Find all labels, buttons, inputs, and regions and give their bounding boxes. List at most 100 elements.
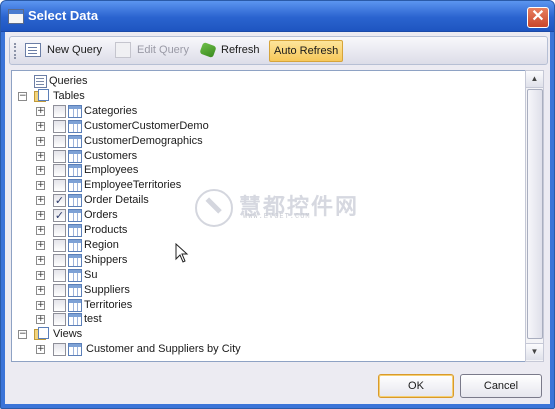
scroll-down-arrow[interactable]: ▼ — [526, 343, 543, 360]
tree-item-table[interactable]: + Shippers — [12, 253, 533, 268]
expand-toggle[interactable]: + — [36, 106, 45, 116]
tree-item-table[interactable]: + Customers — [12, 149, 533, 164]
toolbar: New Query Edit Query Refresh Auto Refres… — [9, 36, 548, 65]
tree-item-table[interactable]: + Region — [12, 238, 533, 253]
table-checkbox[interactable] — [53, 298, 66, 312]
tree-item-table[interactable]: + test — [12, 312, 533, 327]
expand-toggle[interactable]: + — [36, 255, 45, 265]
expand-toggle[interactable]: + — [36, 226, 45, 235]
view-icon — [68, 343, 82, 357]
refresh-label: Refresh — [221, 44, 260, 56]
expand-toggle[interactable]: + — [36, 285, 45, 295]
table-icon — [68, 179, 82, 193]
table-checkbox[interactable]: ✓ — [53, 209, 66, 223]
scroll-thumb[interactable] — [527, 89, 543, 339]
tree-node-label: Queries — [49, 75, 88, 87]
table-icon — [68, 149, 82, 163]
refresh-button[interactable]: Refresh — [197, 40, 264, 60]
expand-toggle[interactable]: + — [36, 121, 45, 131]
table-checkbox[interactable] — [53, 238, 66, 252]
table-checkbox[interactable] — [53, 179, 66, 193]
view-checkbox[interactable] — [53, 343, 66, 357]
tree-item-table[interactable]: + Territories — [12, 298, 533, 313]
collapse-toggle[interactable]: − — [18, 91, 27, 101]
toolbar-grip[interactable] — [14, 43, 19, 59]
table-name: EmployeeTerritories — [84, 179, 182, 192]
table-checkbox[interactable] — [53, 268, 66, 282]
tree-item-table[interactable]: + Products — [12, 223, 533, 238]
table-icon — [68, 298, 82, 312]
table-checkbox[interactable] — [53, 283, 66, 297]
tree-item-table[interactable]: + CustomerDemographics — [12, 134, 533, 149]
table-checkbox[interactable] — [53, 134, 66, 148]
collapse-toggle[interactable]: − — [18, 330, 27, 340]
close-button[interactable]: ✕ — [527, 7, 549, 28]
tree-node-label: Tables — [53, 89, 85, 102]
table-name: Territories — [84, 298, 133, 311]
title-bar[interactable]: Select Data ✕ — [1, 1, 554, 32]
expand-toggle[interactable]: + — [36, 151, 45, 161]
table-name: CustomerDemographics — [84, 134, 203, 147]
tree-item-table[interactable]: + Employees — [12, 163, 533, 178]
views-folder-icon — [34, 327, 49, 341]
expand-toggle[interactable]: + — [36, 211, 45, 221]
tree-item-view[interactable]: + Customer and Suppliers by City — [12, 342, 533, 357]
cancel-button[interactable]: Cancel — [460, 374, 542, 398]
expand-toggle[interactable]: + — [36, 345, 45, 355]
table-name: Shippers — [84, 253, 128, 266]
table-icon — [68, 268, 82, 282]
table-icon — [68, 194, 82, 208]
tree-node-queries[interactable]: Queries — [12, 74, 533, 89]
table-name: test — [84, 313, 102, 326]
table-icon — [68, 119, 82, 133]
table-checkbox[interactable] — [53, 119, 66, 133]
table-name: Employees — [84, 164, 139, 177]
tree-node-tables[interactable]: − Tables — [12, 88, 533, 104]
table-checkbox[interactable]: ✓ — [53, 194, 66, 208]
table-checkbox[interactable] — [53, 313, 66, 327]
table-icon — [68, 224, 82, 237]
expand-toggle[interactable]: + — [36, 136, 45, 146]
window-icon — [8, 9, 24, 24]
expand-toggle[interactable]: + — [36, 240, 45, 250]
tables-folder-icon — [34, 88, 49, 102]
table-checkbox[interactable] — [53, 149, 66, 163]
table-name: Region — [84, 238, 119, 251]
refresh-icon — [199, 41, 217, 59]
expand-toggle[interactable]: + — [36, 166, 45, 176]
tree-item-table[interactable]: + Suppliers — [12, 283, 533, 298]
edit-query-label: Edit Query — [137, 44, 189, 56]
scroll-up-arrow[interactable]: ▲ — [526, 71, 543, 88]
expand-toggle[interactable]: + — [36, 181, 45, 191]
new-query-icon — [25, 43, 41, 57]
expand-toggle[interactable]: + — [36, 300, 45, 310]
auto-refresh-button[interactable]: Auto Refresh — [269, 40, 344, 62]
table-name: CustomerCustomerDemo — [84, 119, 209, 132]
expand-toggle[interactable]: + — [36, 196, 45, 206]
auto-refresh-label: Auto Refresh — [274, 45, 339, 57]
tree-item-table[interactable]: + Su — [12, 268, 533, 283]
table-icon — [68, 283, 82, 297]
table-checkbox[interactable] — [53, 253, 66, 267]
expand-toggle[interactable]: + — [36, 315, 45, 325]
new-query-button[interactable]: New Query — [21, 40, 106, 60]
table-checkbox[interactable] — [53, 104, 66, 118]
table-name: Customers — [84, 149, 138, 162]
new-query-label: New Query — [47, 44, 103, 56]
table-name: Order Details — [84, 194, 149, 207]
tree-item-table[interactable]: + CustomerCustomerDemo — [12, 119, 533, 134]
table-icon — [68, 253, 82, 267]
table-checkbox[interactable] — [53, 224, 66, 237]
table-name: Orders — [84, 209, 118, 222]
vertical-scrollbar[interactable]: ▲ ▼ — [525, 70, 544, 362]
table-icon — [68, 313, 82, 327]
tree-item-table[interactable]: + Categories — [12, 104, 533, 119]
table-icon — [68, 104, 82, 118]
table-icon — [68, 164, 82, 178]
edit-query-button[interactable]: Edit Query — [111, 40, 193, 60]
ok-button[interactable]: OK — [378, 374, 454, 398]
watermark-url: WWW.EVGET.COM — [243, 213, 311, 221]
expand-toggle[interactable]: + — [36, 270, 45, 280]
tree-node-views[interactable]: − Views — [12, 327, 533, 342]
table-checkbox[interactable] — [53, 164, 66, 178]
